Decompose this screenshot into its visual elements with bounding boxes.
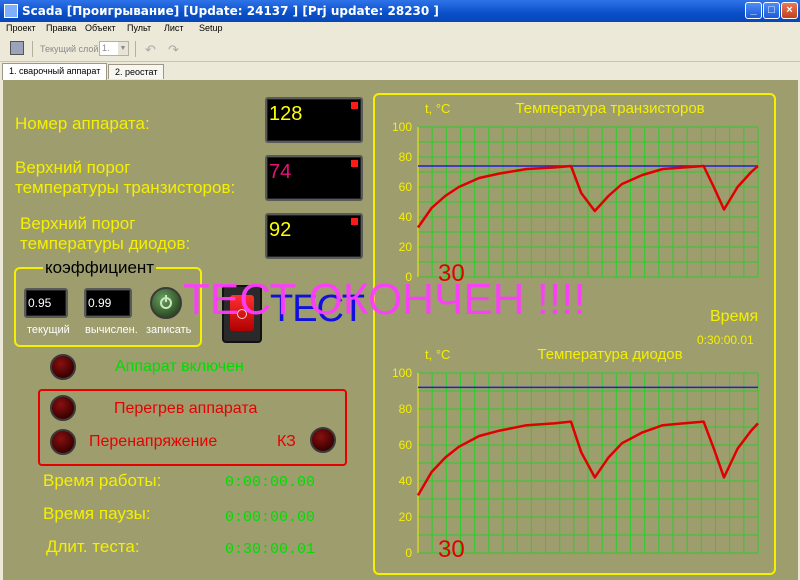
unit-number-display[interactable]: 128	[265, 97, 363, 143]
y-tick-label: 40	[399, 210, 413, 224]
layer-select[interactable]: 1. ▼	[99, 41, 129, 56]
menu-sheet[interactable]: Лист	[164, 23, 184, 33]
diode-temp-chart: Температура диодов t, °C 0 20 40 60 80 100 30	[392, 346, 759, 563]
menu-setup[interactable]: Setup	[199, 23, 223, 33]
time-axis-value: 0:30:00.01	[697, 333, 754, 347]
alarm-led-icon	[351, 160, 358, 167]
overvoltage-lamp-icon	[50, 429, 76, 455]
menu-edit[interactable]: Правка	[46, 23, 76, 33]
power-icon[interactable]	[150, 287, 182, 319]
undo-arrow-icon[interactable]: ↶	[145, 42, 156, 58]
diode-threshold-display[interactable]: 92	[265, 213, 363, 259]
work-time-label: Время работы:	[43, 471, 162, 490]
coef-current-value: 0.95	[28, 296, 52, 310]
coef-current-display[interactable]: 0.95	[24, 288, 68, 318]
overheat-label: Перегрев аппарата	[114, 400, 258, 417]
tab-bar: 1. сварочный аппарат 2. реостат	[0, 62, 800, 80]
y-axis-label: t, °C	[425, 347, 450, 362]
toolbar-separator	[32, 41, 33, 57]
redo-arrow-icon[interactable]: ↷	[168, 42, 179, 58]
trans-threshold-label-line2: температуры транзисторов:	[15, 178, 236, 197]
short-circuit-label: КЗ	[277, 433, 296, 450]
save-icon[interactable]	[10, 41, 24, 55]
trans-threshold-value: 74	[269, 161, 292, 183]
chart-title: Температура диодов	[537, 346, 682, 363]
pause-time-label: Время паузы:	[43, 504, 151, 523]
tab-rheostat[interactable]: 2. реостат	[108, 64, 165, 79]
chart-overlay-value: 30	[438, 536, 465, 563]
short-circuit-lamp-icon	[310, 427, 336, 453]
y-tick-label: 100	[392, 366, 412, 380]
maximize-button[interactable]: □	[763, 2, 780, 19]
minimize-button[interactable]: _	[745, 2, 762, 19]
coef-calc-display[interactable]: 0.99	[84, 288, 132, 318]
unit-number-value: 128	[269, 103, 303, 125]
work-time-value: 0:00:00.00	[225, 474, 316, 491]
title-bar: Scada [Проигрывание] [Update: 24137 ] [P…	[0, 0, 800, 22]
y-tick-label: 60	[399, 180, 413, 194]
coef-save-label: записать	[146, 324, 192, 336]
chart-title: Температура транзисторов	[515, 100, 704, 117]
pause-time-value: 0:00:00.00	[225, 509, 316, 526]
y-tick-label: 20	[399, 510, 413, 524]
y-tick-label: 80	[399, 150, 413, 164]
test-finished-overlay: ТЕСТ ОКОНЧЕН !!!!	[183, 275, 586, 324]
overheat-lamp-icon	[50, 395, 76, 421]
tab-welding-machine[interactable]: 1. сварочный аппарат	[2, 63, 108, 80]
toolbar-separator	[135, 41, 136, 57]
app-icon	[4, 4, 18, 18]
menu-console[interactable]: Пульт	[127, 23, 151, 33]
menu-project[interactable]: Проект	[6, 23, 36, 33]
trans-threshold-label-line1: Верхний порог	[15, 158, 131, 177]
alarm-led-icon	[351, 102, 358, 109]
device-on-label: Аппарат включен	[115, 358, 244, 375]
toolbar: Текущий слой 1. ▼ ↶ ↷	[0, 37, 800, 62]
coef-current-label: текущий	[27, 324, 70, 336]
diode-threshold-label-line2: температуры диодов:	[20, 234, 191, 253]
alarm-led-icon	[351, 218, 358, 225]
coefficient-title: коэффициент	[43, 258, 157, 278]
chevron-down-icon[interactable]: ▼	[118, 42, 128, 55]
y-tick-label: 40	[399, 474, 413, 488]
y-tick-label: 0	[405, 546, 412, 560]
y-tick-label: 20	[399, 240, 413, 254]
unit-number-label: Номер аппарата:	[15, 114, 150, 133]
test-duration-label: Длит. теста:	[46, 537, 140, 556]
y-axis-label: t, °C	[425, 101, 450, 116]
coef-calc-label: вычислен.	[85, 324, 138, 336]
window-title: Scada [Проигрывание] [Update: 24137 ] [P…	[22, 4, 439, 18]
device-on-lamp-icon	[50, 354, 76, 380]
y-tick-label: 60	[399, 438, 413, 452]
y-tick-label: 80	[399, 402, 413, 416]
diode-threshold-value: 92	[269, 219, 292, 241]
trans-threshold-display[interactable]: 74	[265, 155, 363, 201]
menu-bar: Проект Правка Объект Пульт Лист Setup	[0, 22, 800, 36]
overvoltage-label: Перенапряжение	[89, 433, 218, 450]
time-axis-label: Время	[710, 308, 759, 325]
y-tick-label: 100	[392, 120, 412, 134]
diode-threshold-label-line1: Верхний порог	[20, 214, 136, 233]
menu-object[interactable]: Объект	[85, 23, 116, 33]
layer-label: Текущий слой	[40, 44, 99, 54]
test-duration-value: 0:30:00.01	[225, 541, 316, 558]
coef-calc-value: 0.99	[88, 296, 112, 310]
layer-select-value: 1.	[102, 43, 110, 53]
workspace: Номер аппарата: 128 Верхний порог темпер…	[3, 80, 798, 580]
close-button[interactable]: ×	[781, 2, 798, 19]
